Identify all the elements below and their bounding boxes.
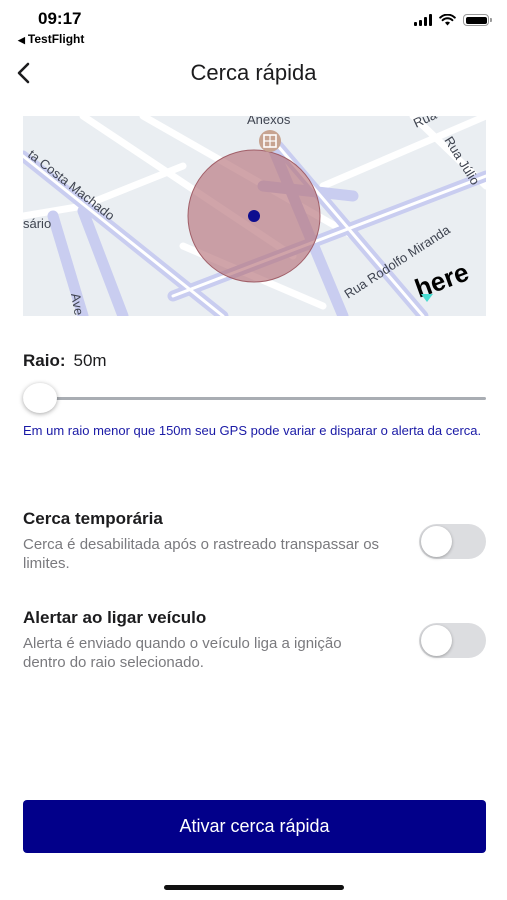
setting-title: Cerca temporária (23, 509, 163, 528)
map-label-sario: sário (23, 216, 51, 231)
setting-description: Cerca é desabilitada após o rastreado tr… (23, 536, 380, 572)
system-icons (414, 14, 492, 26)
setting-temporary-fence: Cerca temporária Cerca é desabilitada ap… (23, 509, 486, 573)
status-time: 09:17 (38, 9, 82, 28)
setting-ignition-alert: Alertar ao ligar veículo Alerta é enviad… (23, 608, 486, 672)
map-label-annex: Anexos (247, 116, 291, 127)
back-triangle-icon: ◀ (18, 35, 25, 45)
radius-hint-text: Em um raio menor que 150m seu GPS pode v… (23, 423, 482, 438)
radius-slider[interactable] (23, 383, 486, 413)
page-title: Cerca rápida (190, 60, 317, 85)
home-indicator[interactable] (164, 885, 344, 890)
temporary-fence-toggle[interactable] (419, 524, 486, 559)
ignition-alert-toggle[interactable] (419, 623, 486, 658)
navigation-bar: Cerca rápida (0, 50, 507, 96)
slider-thumb[interactable] (23, 383, 57, 413)
fence-center-marker (248, 210, 260, 222)
radius-label: Raio: (23, 351, 66, 370)
radius-value: 50m (73, 351, 107, 370)
setting-description: Alerta é enviado quando o veículo liga a… (23, 635, 342, 671)
radius-row: Raio: 50m (23, 351, 107, 371)
cellular-signal-icon (414, 14, 432, 26)
back-to-app-link[interactable]: ◀ TestFlight (18, 32, 84, 46)
slider-track[interactable] (23, 397, 486, 400)
setting-title: Alertar ao ligar veículo (23, 608, 207, 627)
back-app-label: TestFlight (27, 32, 85, 46)
map-view[interactable]: Anexos ta Costa Machado sário Ave Rua Ro… (23, 116, 486, 316)
wifi-icon (439, 14, 456, 26)
toggle-knob (421, 625, 452, 656)
map-canvas: Anexos ta Costa Machado sário Ave Rua Ro… (23, 116, 486, 316)
activate-fence-button[interactable]: Ativar cerca rápida (23, 800, 486, 853)
status-bar: 09:17 ◀ TestFlight (0, 0, 507, 50)
toggle-knob (421, 526, 452, 557)
battery-icon (463, 14, 492, 26)
